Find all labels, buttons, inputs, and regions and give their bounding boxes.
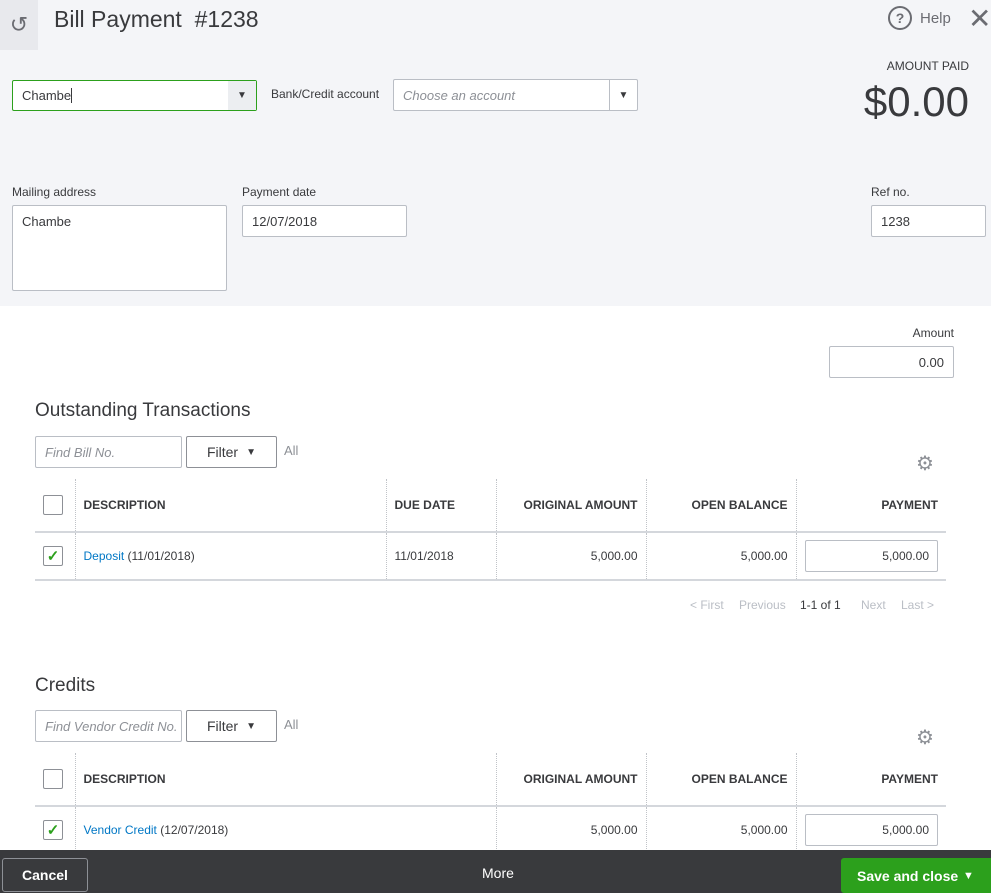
help-label: Help [920, 9, 951, 27]
transaction-link[interactable]: Deposit [84, 549, 125, 563]
pager-first[interactable]: < First [690, 598, 724, 612]
help-icon: ? [888, 6, 912, 30]
mailing-value: Chambe [22, 214, 72, 229]
original-amount: 5,000.00 [495, 532, 646, 581]
caret-down-icon: ▼ [246, 720, 257, 732]
caret-down-icon[interactable]: ▼ [963, 870, 991, 882]
filter-button[interactable]: Filter ▼ [186, 436, 277, 468]
filter-label: Filter [206, 718, 239, 734]
credits-filter-all-text: All [284, 717, 299, 732]
payment-input[interactable]: 5,000.00 [804, 540, 938, 572]
table-header: DESCRIPTION DUE DATE ORIGINAL AMOUNT OPE… [35, 479, 946, 533]
save-label: Save and close [857, 867, 959, 884]
recent-transactions-button[interactable]: ↺ [0, 0, 38, 50]
filter-label: Filter [206, 444, 239, 460]
bank-account-select[interactable]: Choose an account ▼ [393, 79, 638, 111]
find-credit-input[interactable]: Find Vendor Credit No. [35, 710, 182, 742]
bank-placeholder: Choose an account [403, 87, 516, 103]
credits-filter-button[interactable]: Filter ▼ [186, 710, 277, 742]
filter-all-text: All [284, 443, 299, 458]
mailing-address-field[interactable]: Chambe [12, 205, 227, 291]
amount-value: 0.00 [918, 354, 944, 370]
row-checkbox[interactable]: ✓ [43, 546, 63, 566]
transaction-date: (11/01/2018) [127, 549, 195, 563]
credit-link[interactable]: Vendor Credit [84, 823, 157, 837]
history-icon: ↺ [9, 12, 29, 37]
col-payment: PAYMENT [795, 753, 946, 807]
table-row: ✓ Deposit (11/01/2018) 11/01/2018 5,000.… [35, 532, 946, 581]
amount-paid-value: $0.00 [863, 78, 969, 125]
col-due-date: DUE DATE [385, 479, 496, 533]
original-amount: 5,000.00 [495, 806, 646, 855]
payment-date-field[interactable]: 12/07/2018 [242, 205, 407, 237]
credits-title: Credits [35, 675, 96, 696]
chevron-down-icon[interactable]: ▼ [228, 81, 256, 110]
outstanding-table: DESCRIPTION DUE DATE ORIGINAL AMOUNT OPE… [35, 479, 946, 581]
payment-value: 5,000.00 [882, 823, 929, 837]
table-row: ✓ Vendor Credit (12/07/2018) 5,000.00 5,… [35, 806, 946, 855]
ref-value: 1238 [881, 213, 910, 229]
col-description: DESCRIPTION [74, 479, 386, 533]
due-date: 11/01/2018 [385, 532, 496, 581]
pager-range: 1-1 of 1 [800, 598, 841, 612]
chevron-down-icon[interactable]: ▼ [609, 80, 637, 110]
pager-previous[interactable]: Previous [739, 598, 786, 612]
col-description: DESCRIPTION [74, 753, 496, 807]
gear-icon[interactable]: ⚙ [916, 451, 934, 476]
col-original-amount: ORIGINAL AMOUNT [495, 753, 646, 807]
close-icon[interactable]: ✕ [968, 2, 991, 35]
open-balance: 5,000.00 [645, 806, 796, 855]
caret-down-icon: ▼ [246, 446, 257, 458]
col-original-amount: ORIGINAL AMOUNT [495, 479, 646, 533]
find-bill-placeholder: Find Bill No. [45, 444, 116, 460]
col-open-balance: OPEN BALANCE [645, 753, 796, 807]
amount-paid-label: AMOUNT PAID [886, 59, 969, 73]
col-open-balance: OPEN BALANCE [645, 479, 796, 533]
amount-field[interactable]: 0.00 [829, 346, 954, 378]
outstanding-title: Outstanding Transactions [35, 400, 251, 421]
row-checkbox[interactable]: ✓ [43, 820, 63, 840]
find-credit-placeholder: Find Vendor Credit No. [45, 718, 178, 734]
pager-last[interactable]: Last > [901, 598, 934, 612]
payment-input[interactable]: 5,000.00 [804, 814, 938, 846]
payment-value: 5,000.00 [882, 549, 929, 563]
payee-value: Chambe [22, 88, 72, 103]
credit-date: (12/07/2018) [160, 823, 229, 837]
gear-icon[interactable]: ⚙ [916, 725, 934, 750]
cancel-button[interactable]: Cancel [2, 858, 88, 892]
payee-select[interactable]: Chambe ▼ [12, 80, 257, 111]
page-title: Bill Payment #1238 [54, 6, 259, 32]
col-payment: PAYMENT [795, 479, 946, 533]
footer-bar: Cancel More Save and close ▼ [0, 850, 991, 893]
help-button[interactable]: ? Help [888, 6, 951, 30]
more-button[interactable]: More [482, 865, 514, 881]
find-bill-input[interactable]: Find Bill No. [35, 436, 182, 468]
payment-date-label: Payment date [242, 185, 317, 199]
table-header: DESCRIPTION ORIGINAL AMOUNT OPEN BALANCE… [35, 753, 946, 807]
select-all-checkbox[interactable] [43, 769, 63, 789]
select-all-checkbox[interactable] [43, 495, 63, 515]
credits-table: DESCRIPTION ORIGINAL AMOUNT OPEN BALANCE… [35, 753, 946, 855]
save-and-close-button[interactable]: Save and close ▼ [841, 858, 991, 893]
payment-date-value: 12/07/2018 [252, 213, 318, 229]
mailing-label: Mailing address [12, 185, 97, 199]
ref-label: Ref no. [871, 185, 910, 199]
open-balance: 5,000.00 [645, 532, 796, 581]
pager-next[interactable]: Next [861, 598, 886, 612]
ref-no-field[interactable]: 1238 [871, 205, 986, 237]
bank-label: Bank/Credit account [271, 87, 380, 101]
amount-label: Amount [912, 326, 954, 340]
